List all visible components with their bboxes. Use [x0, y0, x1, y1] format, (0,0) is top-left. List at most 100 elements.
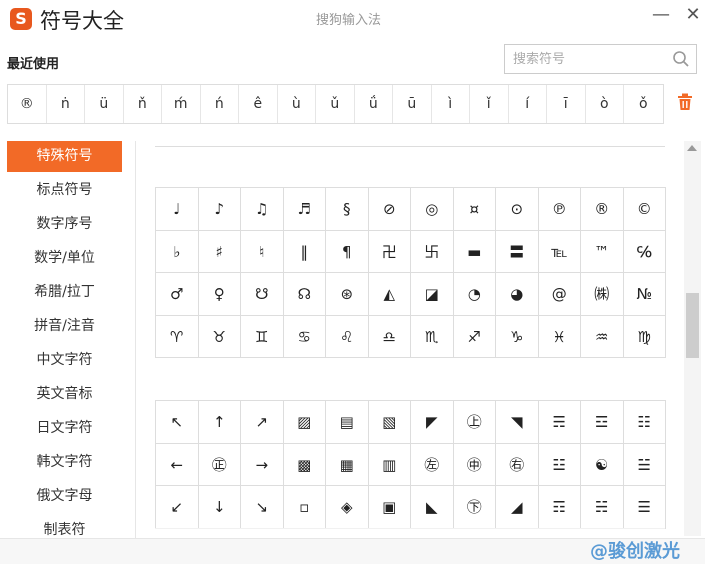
search-input[interactable] [505, 45, 665, 73]
symbol-cell[interactable]: ♂ [156, 273, 199, 316]
symbol-cell[interactable]: ◢ [496, 486, 539, 529]
symbol-cell[interactable]: ↑ [198, 401, 241, 444]
symbol-cell[interactable]: ▥ [368, 443, 411, 486]
scroll-up-arrow-icon[interactable] [686, 143, 698, 153]
sidebar-item-10[interactable]: 俄文字母 [7, 481, 122, 512]
symbol-cell[interactable]: ♭ [156, 230, 199, 273]
symbol-cell[interactable]: § [326, 188, 369, 231]
close-button[interactable]: ✕ [682, 4, 704, 26]
sidebar-item-8[interactable]: 日文字符 [7, 413, 122, 444]
symbol-cell[interactable]: ℗ [538, 188, 581, 231]
symbol-cell[interactable]: ㊦ [453, 486, 496, 529]
symbol-cell[interactable]: ◥ [496, 401, 539, 444]
symbol-cell[interactable]: ♯ [198, 230, 241, 273]
symbol-cell[interactable]: ♉ [198, 315, 241, 358]
symbol-cell[interactable]: ™ [581, 230, 624, 273]
symbol-cell[interactable]: ♓ [538, 315, 581, 358]
symbol-cell[interactable]: ☷ [623, 401, 666, 444]
symbol-cell[interactable]: ▣ [368, 486, 411, 529]
symbol-cell[interactable]: ☰ [623, 486, 666, 529]
symbol-cell[interactable]: ♀ [198, 273, 241, 316]
symbol-cell[interactable]: ↗ [241, 401, 284, 444]
symbol-cell[interactable]: ♍ [623, 315, 666, 358]
symbol-cell[interactable]: ㊨ [496, 443, 539, 486]
symbol-cell[interactable]: 卐 [411, 230, 454, 273]
search-icon[interactable] [672, 50, 690, 68]
symbol-cell[interactable]: ↖ [156, 401, 199, 444]
recent-symbol[interactable]: ū [393, 85, 432, 123]
symbol-cell[interactable]: ⊛ [326, 273, 369, 316]
recent-symbol[interactable]: í [509, 85, 547, 123]
symbol-cell[interactable]: ◭ [368, 273, 411, 316]
recent-symbol[interactable]: ǐ [470, 85, 509, 123]
sidebar-item-6[interactable]: 中文字符 [7, 345, 122, 376]
symbol-cell[interactable]: ♩ [156, 188, 199, 231]
symbol-cell[interactable]: ® [581, 188, 624, 231]
sidebar-item-7[interactable]: 英文音标 [7, 379, 122, 410]
sidebar-item-5[interactable]: 拼音/注音 [7, 311, 122, 342]
sidebar-item-0[interactable]: 特殊符号 [7, 141, 122, 172]
symbol-cell[interactable]: ♏ [411, 315, 454, 358]
symbol-cell[interactable]: ¶ [326, 230, 369, 273]
symbol-cell[interactable]: ♈ [156, 315, 199, 358]
symbol-cell[interactable]: ㊣ [198, 443, 241, 486]
recent-symbol[interactable]: ň [124, 85, 162, 123]
symbol-cell[interactable]: ◈ [326, 486, 369, 529]
symbol-cell[interactable]: ♮ [241, 230, 284, 273]
symbol-cell[interactable]: ◣ [411, 486, 454, 529]
symbol-cell[interactable]: ☱ [623, 443, 666, 486]
symbol-cell[interactable]: ℅ [623, 230, 666, 273]
trash-icon[interactable] [677, 93, 693, 111]
symbol-cell[interactable]: ¤ [453, 188, 496, 231]
symbol-cell[interactable]: ♫ [241, 188, 284, 231]
symbol-cell[interactable]: ↙ [156, 486, 199, 529]
symbol-cell[interactable]: ㈱ [581, 273, 624, 316]
recent-symbol[interactable]: ǒ [624, 85, 663, 123]
recent-symbol[interactable]: ì [432, 85, 470, 123]
symbol-cell[interactable]: ▨ [283, 401, 326, 444]
recent-symbol[interactable]: ù [278, 85, 316, 123]
symbol-cell[interactable]: ♒ [581, 315, 624, 358]
symbol-cell[interactable]: ‖ [283, 230, 326, 273]
symbol-cell[interactable]: ◎ [411, 188, 454, 231]
minimize-button[interactable]: — [650, 4, 672, 26]
symbol-cell[interactable]: ◪ [411, 273, 454, 316]
scrollbar-thumb[interactable] [686, 293, 699, 358]
symbol-cell[interactable]: 卍 [368, 230, 411, 273]
recent-symbol[interactable]: ṅ [47, 85, 85, 123]
symbol-cell[interactable]: ㊥ [453, 443, 496, 486]
recent-symbol[interactable]: ê [239, 85, 278, 123]
symbol-cell[interactable]: ← [156, 443, 199, 486]
symbol-cell[interactable]: → [241, 443, 284, 486]
symbol-cell[interactable]: ↓ [198, 486, 241, 529]
symbol-cell[interactable]: ♬ [283, 188, 326, 231]
recent-symbol[interactable]: ń [201, 85, 239, 123]
symbol-cell[interactable]: ☋ [241, 273, 284, 316]
symbol-cell[interactable]: ℡ [538, 230, 581, 273]
symbol-cell[interactable]: ◕ [496, 273, 539, 316]
recent-symbol[interactable]: ǘ [355, 85, 393, 123]
symbol-cell[interactable]: ▦ [326, 443, 369, 486]
symbol-cell[interactable]: ☶ [538, 486, 581, 529]
symbol-cell[interactable]: ♐ [453, 315, 496, 358]
recent-symbol[interactable]: ḿ [162, 85, 201, 123]
symbol-cell[interactable]: ♌ [326, 315, 369, 358]
search-box[interactable] [504, 44, 697, 74]
symbol-cell[interactable]: © [623, 188, 666, 231]
recent-symbol[interactable]: ® [8, 85, 47, 123]
recent-symbol[interactable]: ò [586, 85, 624, 123]
symbol-cell[interactable]: ☳ [538, 443, 581, 486]
symbol-cell[interactable]: ☊ [283, 273, 326, 316]
symbol-cell[interactable]: @ [538, 273, 581, 316]
symbol-cell[interactable]: ♋ [283, 315, 326, 358]
symbol-cell[interactable]: ▤ [326, 401, 369, 444]
recent-symbol[interactable]: ī [547, 85, 586, 123]
symbol-cell[interactable]: ▫ [283, 486, 326, 529]
symbol-cell[interactable]: 〓 [496, 230, 539, 273]
symbol-cell[interactable]: ☵ [581, 486, 624, 529]
symbol-cell[interactable]: ♪ [198, 188, 241, 231]
sidebar-item-3[interactable]: 数学/单位 [7, 243, 122, 274]
sidebar-item-2[interactable]: 数字序号 [7, 209, 122, 240]
symbol-cell[interactable]: ▬ [453, 230, 496, 273]
recent-symbol[interactable]: ü [85, 85, 124, 123]
